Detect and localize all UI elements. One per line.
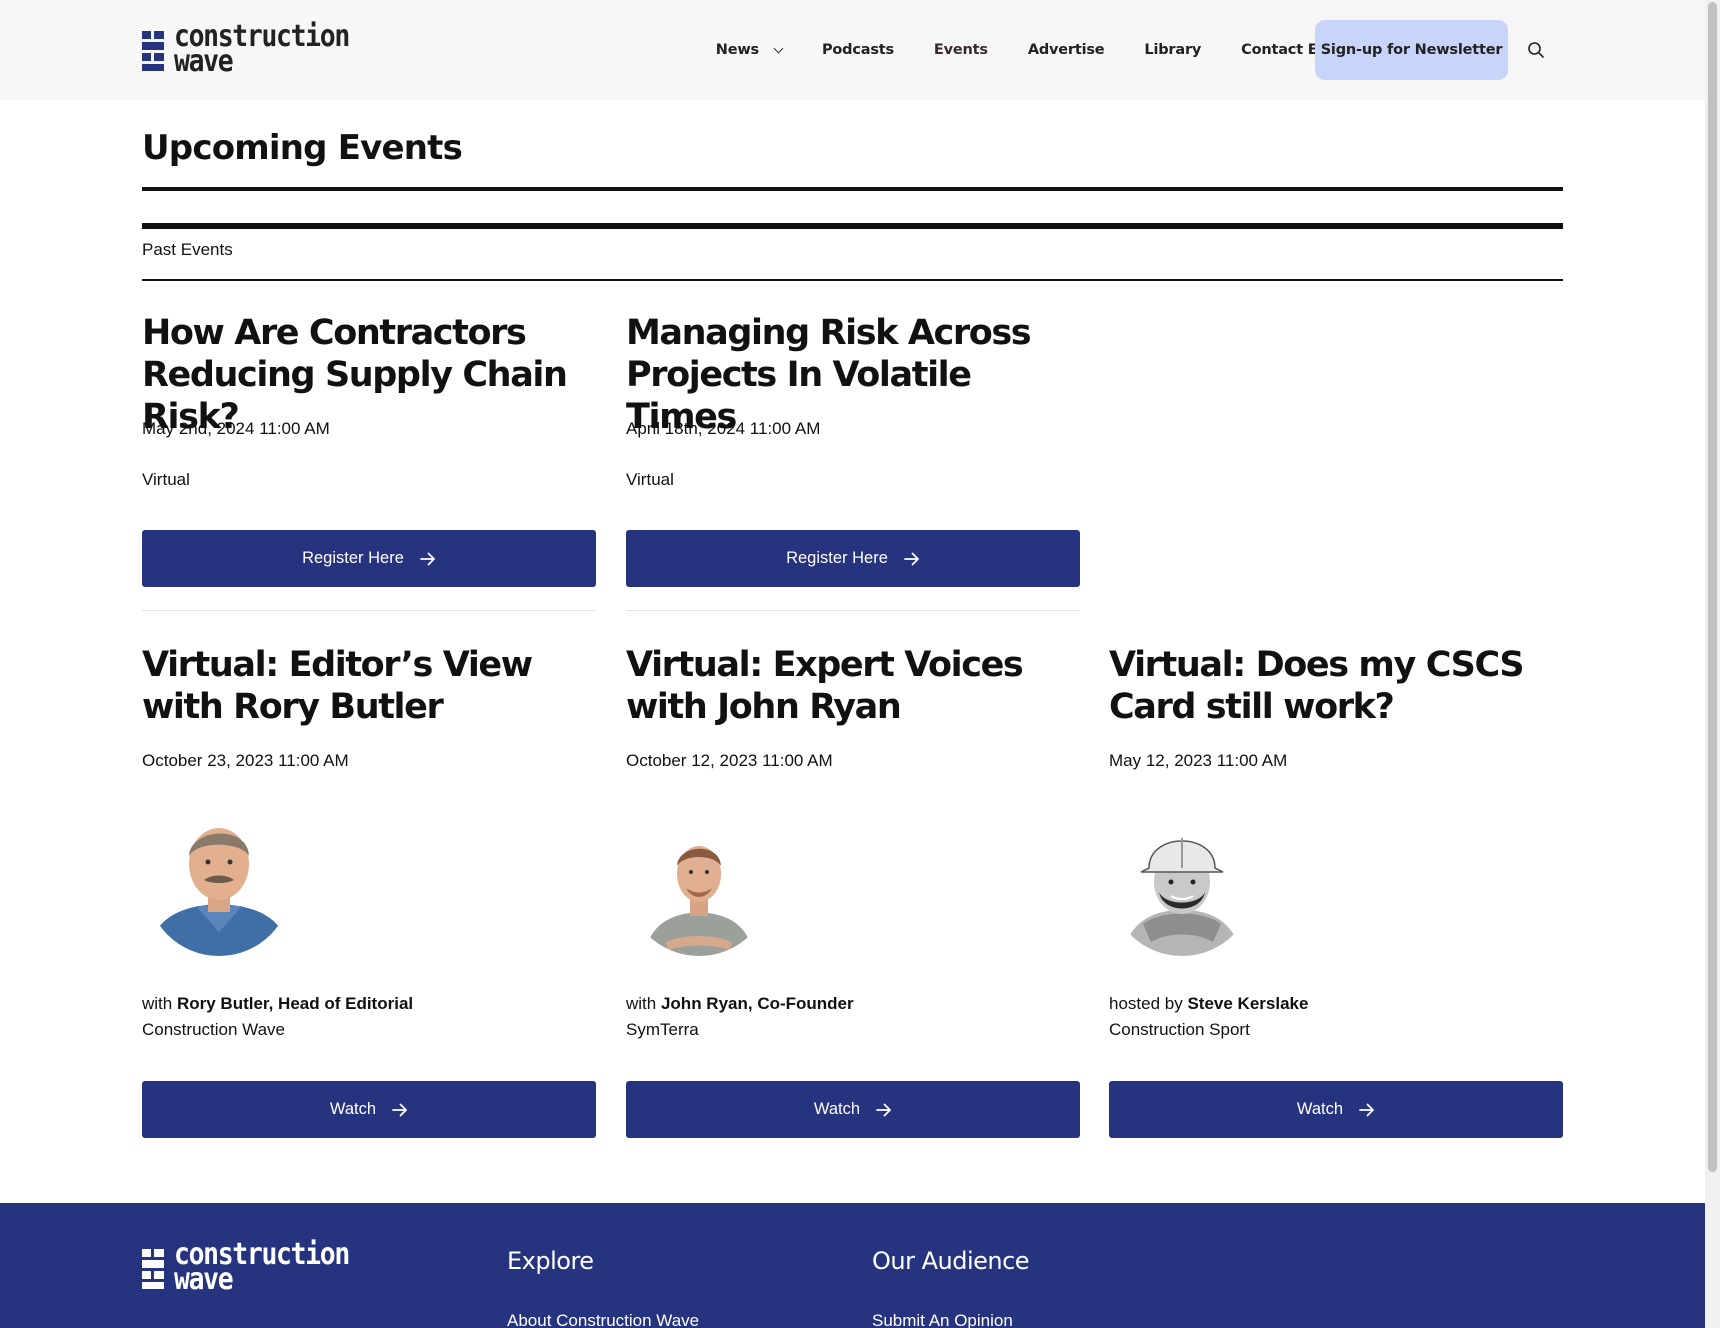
newsletter-signup-button[interactable]: Sign-up for Newsletter (1315, 20, 1508, 80)
event-date: October 23, 2023 11:00 AM (142, 751, 349, 770)
divider (142, 223, 1563, 229)
host-prefix: with (142, 994, 173, 1013)
nav-item-news[interactable]: News (715, 42, 784, 58)
arrow-right-icon (419, 552, 435, 565)
host-info: hosted by Steve Kerslake Construction Sp… (1109, 991, 1308, 1043)
host-prefix: hosted by (1109, 994, 1183, 1013)
site-logo[interactable]: construction wave (142, 22, 373, 79)
button-label: Register Here (302, 549, 404, 567)
host-avatar (626, 810, 772, 956)
site-header: construction wave News Podcasts Events A… (0, 0, 1705, 100)
logo-wordmark: construction wave (174, 22, 373, 79)
event-card: Virtual: Does my CSCS Card still work? M… (1109, 644, 1563, 1140)
scrollbar-thumb[interactable] (1708, 2, 1717, 1172)
footer-link-about[interactable]: About Construction Wave (507, 1311, 699, 1328)
host-name: Steve Kerslake (1187, 994, 1309, 1013)
event-location: Virtual (626, 470, 674, 489)
event-card: Virtual: Editor’s View with Rory Butler … (142, 644, 596, 1140)
host-avatar (1109, 810, 1255, 956)
host-info: with Rory Butler, Head of Editorial Cons… (142, 991, 413, 1043)
nav-label-news: News (715, 42, 759, 58)
nav-item-library[interactable]: Library (1144, 42, 1201, 58)
watch-button[interactable]: Watch (1109, 1081, 1563, 1138)
event-card: Managing Risk Across Projects In Volatil… (626, 312, 1080, 612)
event-card: How Are Contractors Reducing Supply Chai… (142, 312, 596, 612)
host-avatar (146, 810, 292, 956)
event-title[interactable]: Virtual: Does my CSCS Card still work? (1109, 644, 1563, 728)
nav-item-events[interactable]: Events (934, 42, 988, 58)
footer-logo[interactable]: construction wave (142, 1240, 373, 1297)
footer-heading-explore: Explore (507, 1247, 594, 1275)
logo-line2: wave (174, 1261, 234, 1297)
footer-link-submit-opinion[interactable]: Submit An Opinion (872, 1311, 1013, 1328)
main-nav: News Podcasts Events Advertise Library C… (676, 20, 1375, 80)
arrow-right-icon (903, 552, 919, 565)
event-date: May 12, 2023 11:00 AM (1109, 751, 1288, 770)
register-button[interactable]: Register Here (142, 530, 596, 587)
divider (142, 279, 1563, 281)
host-name: John Ryan, Co-Founder (660, 994, 854, 1013)
page-scrollbar[interactable] (1705, 0, 1720, 1328)
watch-button[interactable]: Watch (142, 1081, 596, 1138)
logo-mark-icon (142, 1249, 164, 1290)
host-org: Construction Sport (1109, 1020, 1250, 1039)
divider (142, 187, 1563, 191)
card-divider (142, 610, 596, 611)
event-date: May 2nd, 2024 11:00 AM (142, 419, 330, 438)
page-title: Upcoming Events (142, 128, 463, 168)
event-location: Virtual (142, 470, 190, 489)
footer-heading-audience: Our Audience (872, 1247, 1030, 1275)
event-title[interactable]: Virtual: Editor’s View with Rory Butler (142, 644, 596, 728)
host-org: SymTerra (626, 1020, 699, 1039)
arrow-right-icon (876, 1103, 891, 1116)
watch-button[interactable]: Watch (626, 1081, 1080, 1138)
host-prefix: with (626, 994, 657, 1013)
card-divider (626, 610, 1080, 611)
chevron-down-icon (773, 43, 784, 53)
logo-wordmark: construction wave (174, 1240, 373, 1297)
button-label: Register Here (786, 549, 888, 567)
past-events-heading: Past Events (142, 240, 233, 259)
button-label: Watch (329, 1100, 377, 1118)
arrow-right-icon (1359, 1103, 1374, 1116)
search-icon[interactable] (1527, 41, 1545, 59)
event-title[interactable]: Virtual: Expert Voices with John Ryan (626, 644, 1080, 728)
event-date: October 12, 2023 11:00 AM (626, 751, 833, 770)
event-date: April 18th, 2024 11:00 AM (626, 419, 821, 438)
host-info: with John Ryan, Co-Founder SymTerra (626, 991, 854, 1043)
nav-item-advertise[interactable]: Advertise (1028, 42, 1105, 58)
button-label: Watch (1296, 1100, 1344, 1118)
event-card: Virtual: Expert Voices with John Ryan Oc… (626, 644, 1080, 1140)
site-footer: construction wave Explore About Construc… (0, 1203, 1705, 1328)
button-label: Watch (813, 1100, 861, 1118)
logo-line2: wave (174, 43, 234, 79)
logo-mark-icon (142, 31, 164, 72)
host-org: Construction Wave (142, 1020, 285, 1039)
arrow-right-icon (392, 1103, 407, 1116)
register-button[interactable]: Register Here (626, 530, 1080, 587)
nav-item-podcasts[interactable]: Podcasts (822, 42, 894, 58)
host-name: Rory Butler, Head of Editorial (176, 994, 414, 1013)
